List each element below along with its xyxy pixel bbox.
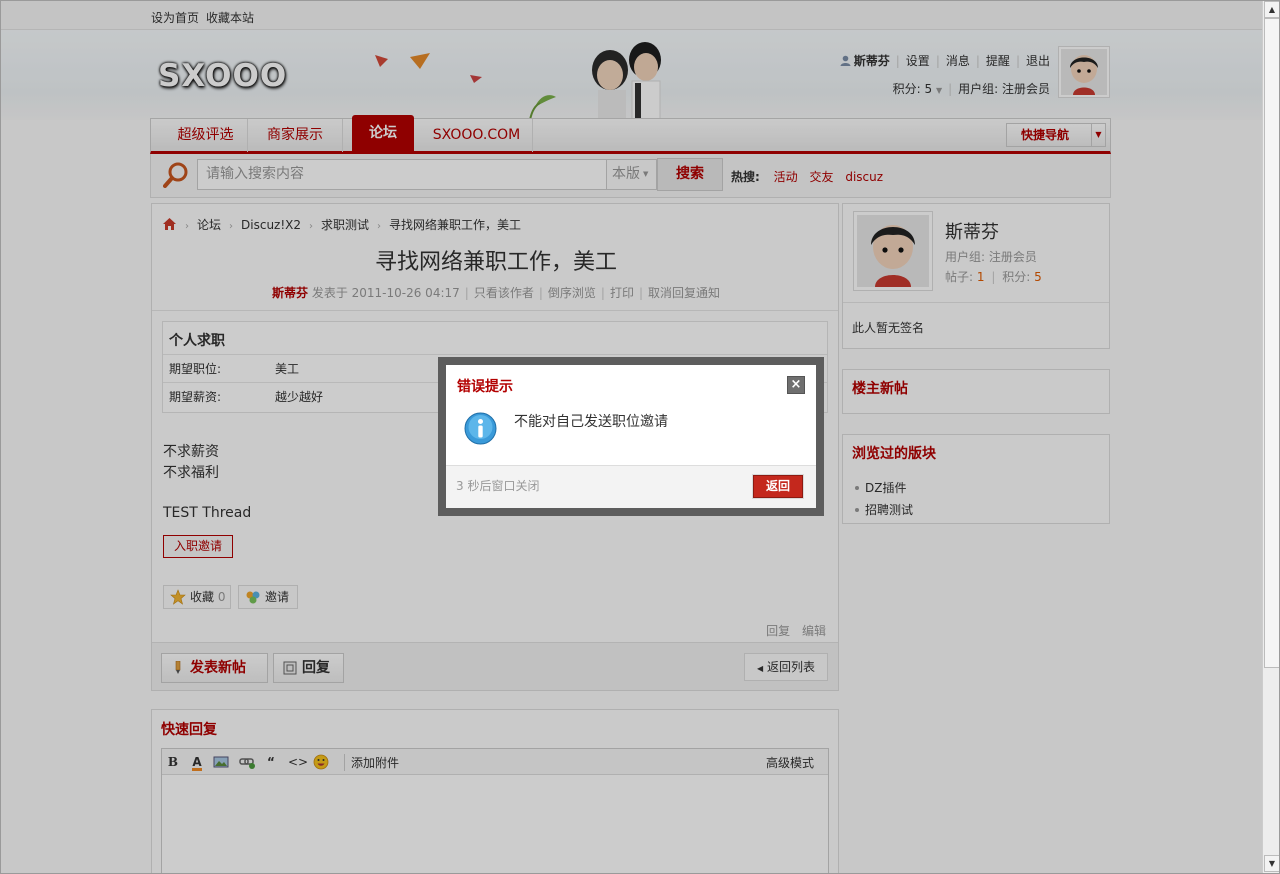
scroll-up-icon[interactable]: ▲	[1264, 1, 1280, 18]
dialog-title: 错误提示	[457, 379, 513, 395]
dialog-message: 不能对自己发送职位邀请	[514, 414, 668, 430]
dialog-footer: 3 秒后窗口关闭 返回	[446, 465, 816, 508]
info-icon	[464, 412, 497, 445]
close-icon[interactable]: ×	[787, 376, 805, 394]
scroll-down-icon[interactable]: ▼	[1264, 855, 1280, 872]
vertical-scrollbar[interactable]: ▲ ▼	[1262, 0, 1280, 874]
dialog-back-button[interactable]: 返回	[752, 474, 804, 499]
page: 设为首页 收藏本站 SXOOO 斯蒂芬 | 设置 | 消息 | 提醒 | 退出 积分: 5 ▼ |…	[0, 0, 1262, 874]
error-dialog: 错误提示 × 不能对自己发送职位邀请 3 秒后窗口关闭 返回	[446, 365, 816, 508]
dialog-countdown: 3 秒后窗口关闭	[456, 479, 540, 493]
scroll-thumb[interactable]	[1264, 18, 1280, 668]
